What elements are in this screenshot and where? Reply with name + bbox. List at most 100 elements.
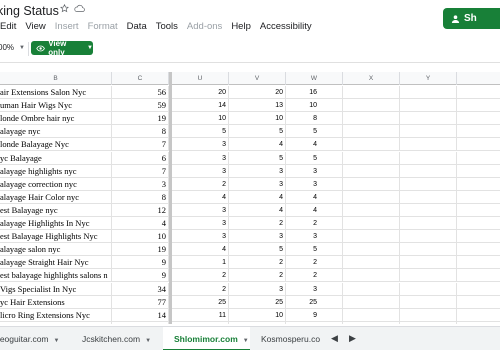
search-volume-cell[interactable]: 19: [112, 112, 169, 126]
empty-cell[interactable]: [457, 86, 500, 99]
zoom-select[interactable]: 00%: [0, 43, 14, 52]
keyword-cell[interactable]: yc Balayage: [0, 151, 112, 165]
empty-cell[interactable]: [457, 99, 500, 112]
keyword-cell[interactable]: air Extensions Salon Nyc: [0, 86, 112, 99]
column-header-u[interactable]: U: [172, 72, 229, 85]
rank-v-cell[interactable]: 3: [229, 230, 286, 244]
rank-v-cell[interactable]: 5: [229, 151, 286, 165]
rank-w-cell[interactable]: 5: [286, 151, 343, 165]
empty-cell[interactable]: [343, 203, 400, 217]
frozen-column-divider[interactable]: [169, 72, 172, 324]
empty-cell[interactable]: [400, 308, 457, 322]
empty-cell[interactable]: [343, 138, 400, 152]
rank-u-cell[interactable]: 14: [172, 99, 229, 113]
empty-cell[interactable]: [457, 178, 500, 191]
sheet-tab[interactable]: Jcskitchen.com ▼: [82, 327, 162, 350]
keyword-cell[interactable]: est Balayage nyc: [0, 203, 112, 217]
empty-cell[interactable]: [457, 217, 500, 230]
empty-cell[interactable]: [343, 321, 400, 324]
search-volume-cell[interactable]: 59: [112, 99, 169, 113]
column-header-y[interactable]: Y: [400, 72, 457, 85]
star-icon[interactable]: [60, 4, 69, 13]
share-button[interactable]: Sh: [443, 8, 500, 29]
empty-cell[interactable]: [343, 151, 400, 165]
search-volume-cell[interactable]: 12: [112, 203, 169, 217]
rank-w-cell[interactable]: 9: [286, 308, 343, 322]
empty-cell[interactable]: [457, 152, 500, 165]
rank-u-cell[interactable]: 2: [172, 177, 229, 191]
keyword-cell[interactable]: londe Ombre hair nyc: [0, 112, 112, 126]
search-volume-cell[interactable]: 14: [112, 308, 169, 322]
rank-v-cell[interactable]: 5: [229, 125, 286, 139]
menu-data[interactable]: Data: [127, 21, 147, 35]
keyword-cell[interactable]: alayage Highlights In Nyc: [0, 217, 112, 230]
empty-cell[interactable]: [400, 295, 457, 309]
chevron-down-icon[interactable]: ▼: [19, 45, 25, 51]
empty-cell[interactable]: [457, 204, 500, 217]
empty-cell[interactable]: [457, 165, 500, 178]
search-volume-cell[interactable]: 77: [112, 295, 169, 309]
empty-cell[interactable]: [400, 125, 457, 139]
rank-u-cell[interactable]: 4: [172, 190, 229, 204]
empty-cell[interactable]: [457, 296, 500, 309]
search-volume-cell[interactable]: 8: [112, 190, 169, 204]
empty-cell[interactable]: [457, 256, 500, 269]
menu-format[interactable]: Format: [88, 21, 118, 35]
rank-v-cell[interactable]: 3: [229, 177, 286, 191]
empty-cell[interactable]: [343, 243, 400, 257]
rank-u-cell[interactable]: 1: [172, 256, 229, 270]
search-volume-cell[interactable]: 9: [112, 269, 169, 283]
empty-cell[interactable]: [400, 86, 457, 99]
empty-cell[interactable]: [400, 203, 457, 217]
column-header-b[interactable]: B: [0, 72, 112, 85]
rank-u-cell[interactable]: 3: [172, 151, 229, 165]
empty-cell[interactable]: [457, 269, 500, 282]
sheet-tab[interactable]: Kosmosperu.co: [261, 327, 325, 350]
scroll-right-icon[interactable]: ▶: [349, 333, 356, 344]
cloud-saved-icon[interactable]: [74, 4, 85, 13]
rank-v-cell[interactable]: 4: [229, 203, 286, 217]
search-volume-cell[interactable]: 9: [112, 256, 169, 270]
view-only-button[interactable]: View only ▼: [31, 39, 93, 57]
rank-u-cell[interactable]: 2: [172, 269, 229, 283]
rank-u-cell[interactable]: 5: [172, 125, 229, 139]
column-header-z[interactable]: [457, 72, 500, 85]
empty-cell[interactable]: [400, 282, 457, 296]
rank-w-cell[interactable]: 3: [286, 177, 343, 191]
rank-v-cell[interactable]: 5: [229, 243, 286, 257]
empty-cell[interactable]: [400, 269, 457, 283]
empty-cell[interactable]: [343, 256, 400, 270]
column-header-x[interactable]: X: [343, 72, 400, 85]
menu-accessibility[interactable]: Accessibility: [260, 21, 312, 35]
rank-w-cell[interactable]: 2: [286, 256, 343, 270]
empty-cell[interactable]: [343, 217, 400, 230]
empty-cell[interactable]: [400, 151, 457, 165]
rank-v-cell[interactable]: 2: [229, 256, 286, 270]
empty-cell[interactable]: [457, 191, 500, 204]
rank-v-cell[interactable]: 4: [229, 138, 286, 152]
empty-cell[interactable]: [400, 164, 457, 178]
rank-w-cell[interactable]: 2: [286, 217, 343, 230]
menu-tools[interactable]: Tools: [156, 21, 178, 35]
search-volume-cell[interactable]: [112, 321, 169, 324]
empty-cell[interactable]: [400, 99, 457, 113]
rank-v-cell[interactable]: 25: [229, 295, 286, 309]
empty-cell[interactable]: [457, 283, 500, 296]
search-volume-cell[interactable]: 3: [112, 177, 169, 191]
rank-w-cell[interactable]: 3: [286, 230, 343, 244]
search-volume-cell[interactable]: 4: [112, 217, 169, 230]
rank-u-cell[interactable]: 2: [172, 282, 229, 296]
rank-v-cell[interactable]: 2: [229, 217, 286, 230]
empty-cell[interactable]: [457, 125, 500, 138]
rank-u-cell[interactable]: 3: [172, 217, 229, 230]
empty-cell[interactable]: [457, 112, 500, 125]
empty-cell[interactable]: [343, 164, 400, 178]
rank-w-cell[interactable]: 5: [286, 125, 343, 139]
empty-cell[interactable]: [400, 177, 457, 191]
keyword-cell[interactable]: alayage Straight Hair Nyc: [0, 256, 112, 270]
rank-u-cell[interactable]: 20: [172, 86, 229, 99]
empty-cell[interactable]: [343, 230, 400, 244]
search-volume-cell[interactable]: 6: [112, 151, 169, 165]
column-header-c[interactable]: C: [112, 72, 169, 85]
keyword-cell[interactable]: alayage Hair Color nyc: [0, 190, 112, 204]
